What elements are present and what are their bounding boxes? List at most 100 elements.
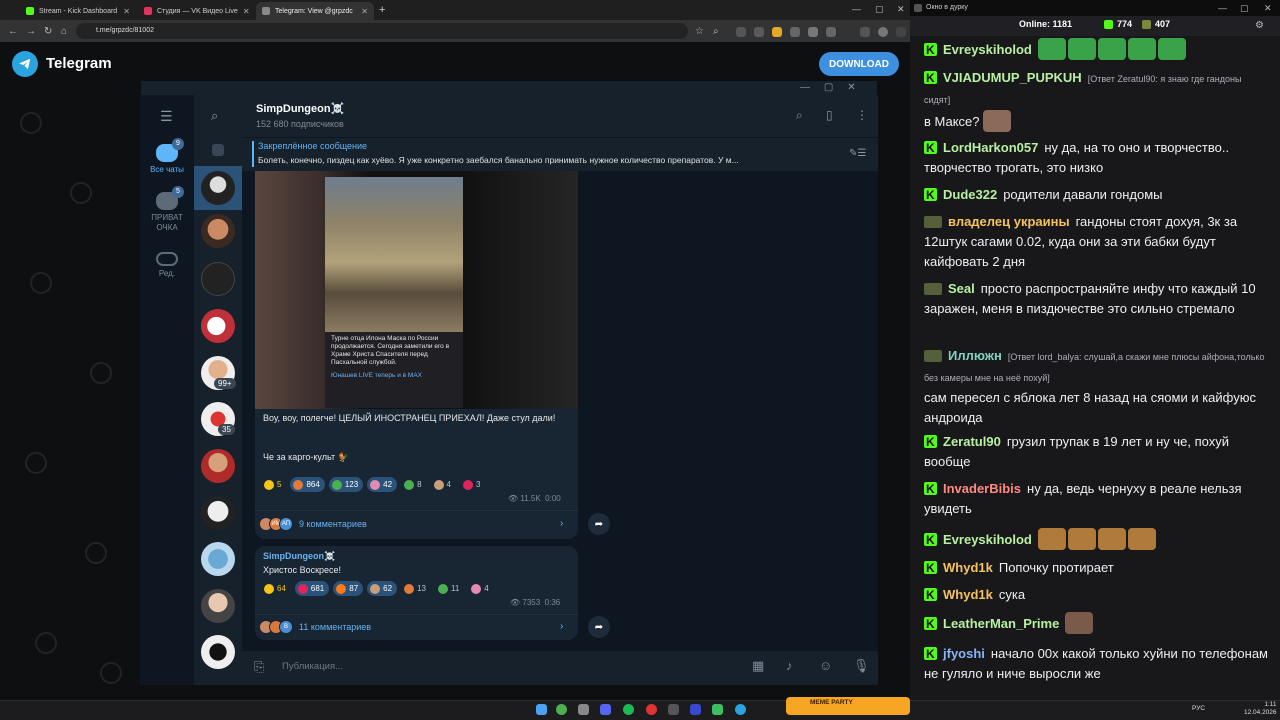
reaction-chip[interactable]: 64 bbox=[261, 581, 291, 596]
chat-avatar[interactable] bbox=[201, 214, 235, 248]
folder-edit[interactable]: Ред. bbox=[140, 252, 194, 278]
close-icon[interactable]: ✕ bbox=[123, 7, 130, 16]
discord-icon[interactable] bbox=[600, 704, 611, 715]
meme-party-widget[interactable]: MEME PARTY bbox=[786, 697, 910, 715]
reaction-chip[interactable]: 62 bbox=[367, 581, 398, 596]
emoji-icon[interactable]: ☺ bbox=[819, 658, 832, 673]
chat-username[interactable]: Evreyskiholod bbox=[943, 42, 1032, 57]
chat-avatar[interactable] bbox=[201, 262, 235, 296]
tab-kick[interactable]: Stream - Kick Dashboard ✕ bbox=[20, 2, 136, 20]
close-icon[interactable]: ✕ bbox=[1264, 3, 1272, 14]
extension-icon[interactable] bbox=[754, 27, 764, 37]
clock[interactable]: 1:11 12.04.2026 bbox=[1244, 701, 1277, 717]
chat-username[interactable]: VJIADUMUP_PUPKUH bbox=[943, 70, 1082, 85]
extension-icon[interactable] bbox=[790, 27, 800, 37]
chat-username[interactable]: Zeratul90 bbox=[943, 434, 1001, 449]
bookmark-star-icon[interactable]: ☆ bbox=[695, 26, 704, 37]
download-button[interactable]: DOWNLOAD bbox=[819, 52, 899, 76]
chat-avatar[interactable] bbox=[201, 542, 235, 576]
minimize-icon[interactable]: — bbox=[852, 4, 861, 14]
telegram-taskbar-icon[interactable] bbox=[735, 704, 746, 715]
tab-vk[interactable]: Студия — VK Видео Live ✕ bbox=[138, 2, 254, 20]
extension-icon[interactable] bbox=[736, 27, 746, 37]
back-icon[interactable]: ← bbox=[8, 26, 18, 37]
url-input[interactable]: t.me/grpzdc/81002 bbox=[76, 23, 688, 39]
reaction-chip[interactable]: 864 bbox=[290, 477, 325, 492]
maximize-icon[interactable]: ▢ bbox=[875, 4, 884, 15]
close-window-icon[interactable]: ✕ bbox=[897, 4, 905, 15]
minimize-icon[interactable]: — bbox=[800, 82, 810, 93]
chat-username[interactable]: LordHarkon057 bbox=[943, 140, 1038, 155]
reaction-chip[interactable]: 11 bbox=[435, 581, 464, 596]
comments-button[interactable]: ИМ АП 9 комментариев bbox=[259, 512, 367, 536]
chat-username[interactable]: Whyd1k bbox=[943, 587, 993, 602]
share-button[interactable]: ➦ bbox=[588, 616, 610, 638]
share-button[interactable]: ➦ bbox=[588, 513, 610, 535]
app-icon[interactable] bbox=[646, 704, 657, 715]
reaction-chip[interactable]: 13 bbox=[401, 581, 431, 596]
chat-username[interactable]: владелец украины bbox=[948, 214, 1070, 229]
chat-username[interactable]: jfyoshi bbox=[943, 646, 985, 661]
notifications-bell-icon[interactable]: ♪ bbox=[786, 658, 793, 673]
zoom-icon[interactable]: ⌕ bbox=[713, 26, 719, 37]
reaction-chip[interactable]: 3 bbox=[460, 477, 485, 492]
windows-start-icon[interactable] bbox=[536, 704, 547, 715]
extension-icon[interactable] bbox=[808, 27, 818, 37]
telegram-web-title[interactable]: Telegram bbox=[46, 55, 112, 72]
tab-telegram[interactable]: Telegram: View @grpzdc ✕ bbox=[256, 2, 374, 20]
chat-username[interactable]: Whyd1k bbox=[943, 560, 993, 575]
maximize-icon[interactable]: ▢ bbox=[1240, 3, 1249, 14]
reaction-chip[interactable]: 5 bbox=[261, 477, 286, 492]
chat-avatar[interactable] bbox=[201, 449, 235, 483]
chevron-right-icon[interactable]: › bbox=[560, 518, 563, 529]
forward-icon[interactable]: → bbox=[26, 26, 36, 37]
chat-username[interactable]: LeatherMan_Prime bbox=[943, 616, 1059, 631]
microphone-icon[interactable]: 🎙 bbox=[853, 658, 870, 674]
chat-username[interactable]: InvaderBibis bbox=[943, 481, 1021, 496]
reaction-chip[interactable]: 123 bbox=[328, 477, 364, 492]
extension-icon[interactable] bbox=[772, 27, 782, 37]
chat-username[interactable]: Иллюжн bbox=[948, 348, 1002, 363]
folder-all-chats[interactable]: 9 Все чаты bbox=[140, 138, 194, 174]
sidebar-toggle-icon[interactable]: ▯ bbox=[826, 108, 833, 122]
chat-username[interactable]: Dude322 bbox=[943, 187, 997, 202]
more-options-icon[interactable]: ⋮ bbox=[856, 108, 868, 122]
chat-avatar[interactable] bbox=[201, 635, 235, 669]
spotify-icon[interactable] bbox=[623, 704, 634, 715]
pin-list-icon[interactable]: ✎☰ bbox=[849, 148, 866, 159]
download-icon[interactable] bbox=[860, 27, 870, 37]
chat-username[interactable]: Evreyskiholod bbox=[943, 532, 1032, 547]
app-icon[interactable] bbox=[712, 704, 723, 715]
chat-avatar[interactable] bbox=[201, 496, 235, 530]
post-author[interactable]: SimpDungeon☠️ bbox=[263, 551, 335, 562]
comments-button[interactable]: В 11 комментариев bbox=[259, 615, 371, 639]
channel-name[interactable]: SimpDungeon☠️ bbox=[256, 102, 344, 115]
search-icon[interactable]: ⌕ bbox=[796, 108, 803, 123]
reaction-chip[interactable]: 87 bbox=[333, 581, 364, 596]
reload-icon[interactable]: ↻ bbox=[44, 26, 52, 37]
post-media-image[interactable] bbox=[325, 177, 463, 332]
maximize-icon[interactable]: ▢ bbox=[824, 82, 833, 93]
schedule-icon[interactable]: ▦ bbox=[752, 658, 764, 674]
chat-username[interactable]: Seal bbox=[948, 281, 975, 296]
telegram-logo-icon[interactable] bbox=[12, 51, 38, 77]
minimize-icon[interactable]: — bbox=[1218, 3, 1227, 13]
app-icon[interactable] bbox=[690, 704, 701, 715]
reaction-chip[interactable]: 4 bbox=[468, 581, 493, 596]
archive-icon[interactable] bbox=[212, 144, 224, 156]
search-icon[interactable]: ⌕ bbox=[211, 108, 218, 124]
close-icon[interactable]: ✕ bbox=[361, 7, 368, 16]
extensions-puzzle-icon[interactable] bbox=[826, 27, 836, 37]
app-icon[interactable] bbox=[668, 704, 679, 715]
message-input[interactable]: Публикация... bbox=[282, 661, 343, 672]
attach-icon[interactable]: ⎘ bbox=[254, 659, 264, 675]
chat-avatar[interactable] bbox=[201, 309, 235, 343]
chrome-icon[interactable] bbox=[556, 704, 567, 715]
reaction-chip[interactable]: 4 bbox=[431, 477, 456, 492]
menu-dots-icon[interactable] bbox=[896, 27, 906, 37]
folder-private[interactable]: 5 ПРИВАТ ОЧКА bbox=[140, 186, 194, 233]
close-icon[interactable]: ✕ bbox=[847, 82, 855, 93]
settings-gear-icon[interactable]: ⚙ bbox=[1255, 20, 1264, 31]
reaction-chip[interactable]: 42 bbox=[367, 477, 398, 492]
home-icon[interactable]: ⌂ bbox=[61, 26, 67, 37]
